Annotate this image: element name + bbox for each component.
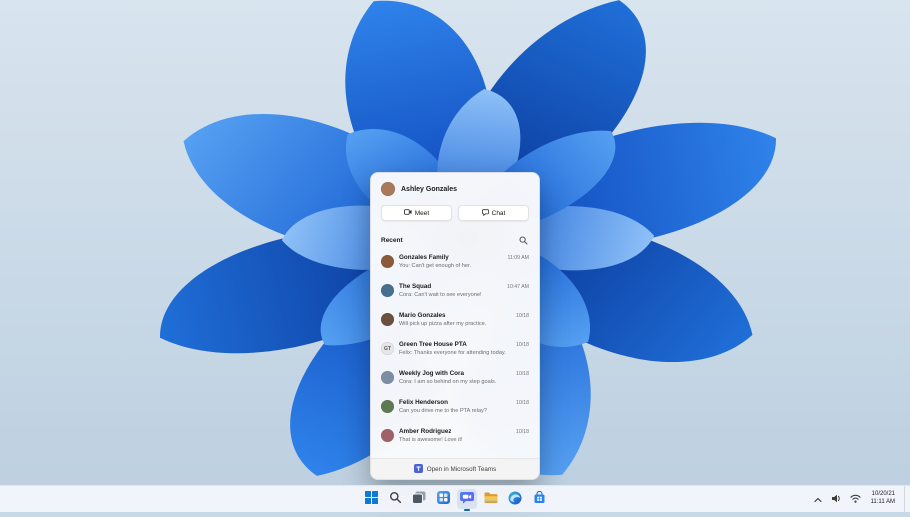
chat-action-row: Meet Chat xyxy=(371,201,539,229)
chat-flyout-panel: Ashley Gonzales Meet Chat Recent Gonzale… xyxy=(370,172,540,480)
conversation-preview: Cora: I am so behind on my step goals. xyxy=(399,378,497,385)
conversation-body: Green Tree House PTA 10/18 Felix: Thanks… xyxy=(399,341,529,356)
taskbar: 10/20/21 11:11 AM xyxy=(0,485,910,512)
chat-panel-header: Ashley Gonzales xyxy=(371,173,539,201)
conversation-name: Mario Gonzales xyxy=(399,312,446,319)
teams-chat-icon xyxy=(460,491,474,507)
edge-button[interactable] xyxy=(505,489,525,509)
conversation-preview: Will pick up pizza after my practice. xyxy=(399,320,487,327)
avatar xyxy=(381,313,394,326)
chat-taskbar-button[interactable] xyxy=(457,489,477,511)
conversation-name: Gonzales Family xyxy=(399,254,449,261)
conversation-preview: Felix: Thanks everyone for attending tod… xyxy=(399,349,506,356)
chat-bubble-icon xyxy=(481,208,489,218)
tray-chevron-button[interactable] xyxy=(812,491,824,508)
conversation-body: Weekly Jog with Cora 10/18 Cora: I am so… xyxy=(399,370,529,385)
wifi-icon xyxy=(849,492,861,507)
conversation-time: 10/18 xyxy=(516,313,529,319)
conversation-time: 11:09 AM xyxy=(507,255,529,261)
show-desktop-button[interactable] xyxy=(904,486,908,512)
system-tray: 10/20/21 11:11 AM xyxy=(812,486,910,512)
conversation-time: 10/18 xyxy=(516,371,529,377)
clock[interactable]: 10/20/21 11:11 AM xyxy=(868,491,898,507)
conversation-name: The Squad xyxy=(399,283,432,290)
task-view-button[interactable] xyxy=(409,489,429,509)
conversation-row[interactable]: Amber Rodriguez 10/18 That is awesome! L… xyxy=(375,424,535,453)
conversation-preview: Cora: Can't wait to see everyone! xyxy=(399,291,482,298)
conversation-name: Green Tree House PTA xyxy=(399,341,467,348)
avatar xyxy=(381,400,394,413)
avatar: GT xyxy=(381,342,394,355)
meet-button[interactable]: Meet xyxy=(381,205,452,221)
conversation-row[interactable]: Mario Gonzales 10/18 Will pick up pizza … xyxy=(375,308,535,337)
taskbar-center-icons xyxy=(361,486,549,512)
conversation-row[interactable]: GT Green Tree House PTA 10/18 Felix: Tha… xyxy=(375,337,535,366)
taskbar-search-button[interactable] xyxy=(385,489,405,509)
conversation-time: 10:47 AM xyxy=(507,284,529,290)
conversation-row[interactable]: Felix Henderson 10/18 Can you drive me t… xyxy=(375,395,535,424)
widgets-icon xyxy=(436,491,450,507)
conversation-name: Weekly Jog with Cora xyxy=(399,370,464,377)
open-in-teams-button[interactable]: Open in Microsoft Teams xyxy=(371,458,539,479)
conversation-body: Gonzales Family 11:09 AM You: Can't get … xyxy=(399,254,529,269)
store-bag-icon xyxy=(533,490,546,507)
recent-label: Recent xyxy=(381,236,403,244)
conversation-body: Mario Gonzales 10/18 Will pick up pizza … xyxy=(399,312,529,327)
task-view-icon xyxy=(412,491,426,507)
tray-time: 11:11 AM xyxy=(870,499,895,505)
tray-date: 10/20/21 xyxy=(871,491,895,498)
store-button[interactable] xyxy=(529,489,549,509)
conversation-row[interactable]: The Squad 10:47 AM Cora: Can't wait to s… xyxy=(375,279,535,308)
video-camera-icon xyxy=(403,209,412,217)
avatar xyxy=(381,371,394,384)
file-explorer-button[interactable] xyxy=(481,489,501,509)
avatar xyxy=(381,429,394,442)
avatar xyxy=(381,284,394,297)
chevron-up-icon xyxy=(813,492,823,507)
volume-button[interactable] xyxy=(830,491,843,508)
conversation-body: The Squad 10:47 AM Cora: Can't wait to s… xyxy=(399,283,529,298)
start-button[interactable] xyxy=(361,489,381,509)
speaker-icon xyxy=(831,492,842,507)
windows-logo-icon xyxy=(364,491,378,507)
conversation-preview: You: Can't get enough of her. xyxy=(399,262,472,269)
chat-button-label: Chat xyxy=(491,209,506,217)
user-avatar xyxy=(381,182,395,196)
avatar xyxy=(381,255,394,268)
conversation-body: Amber Rodriguez 10/18 That is awesome! L… xyxy=(399,428,529,443)
conversation-time: 10/18 xyxy=(516,429,529,435)
conversation-preview: Can you drive me to the PTA relay? xyxy=(399,407,487,414)
chat-button[interactable]: Chat xyxy=(458,205,529,221)
conversation-body: Felix Henderson 10/18 Can you drive me t… xyxy=(399,399,529,414)
widgets-button[interactable] xyxy=(433,489,453,509)
search-icon xyxy=(389,491,402,507)
edge-browser-icon xyxy=(508,491,522,508)
folder-icon xyxy=(484,492,498,507)
conversation-name: Amber Rodriguez xyxy=(399,428,452,435)
conversation-row[interactable]: Weekly Jog with Cora 10/18 Cora: I am so… xyxy=(375,366,535,395)
conversation-list: Gonzales Family 11:09 AM You: Can't get … xyxy=(371,249,539,458)
meet-button-label: Meet xyxy=(414,209,430,217)
network-button[interactable] xyxy=(849,491,862,508)
recent-header-row: Recent xyxy=(371,229,539,249)
conversation-preview: That is awesome! Love it! xyxy=(399,436,463,443)
conversation-time: 10/18 xyxy=(516,400,529,406)
search-icon[interactable] xyxy=(517,234,529,246)
user-name: Ashley Gonzales xyxy=(401,185,458,193)
conversation-time: 10/18 xyxy=(516,342,529,348)
conversation-row[interactable]: Gonzales Family 11:09 AM You: Can't get … xyxy=(375,250,535,279)
teams-icon xyxy=(413,463,423,475)
conversation-name: Felix Henderson xyxy=(399,399,448,406)
open-in-teams-label: Open in Microsoft Teams xyxy=(426,465,497,473)
